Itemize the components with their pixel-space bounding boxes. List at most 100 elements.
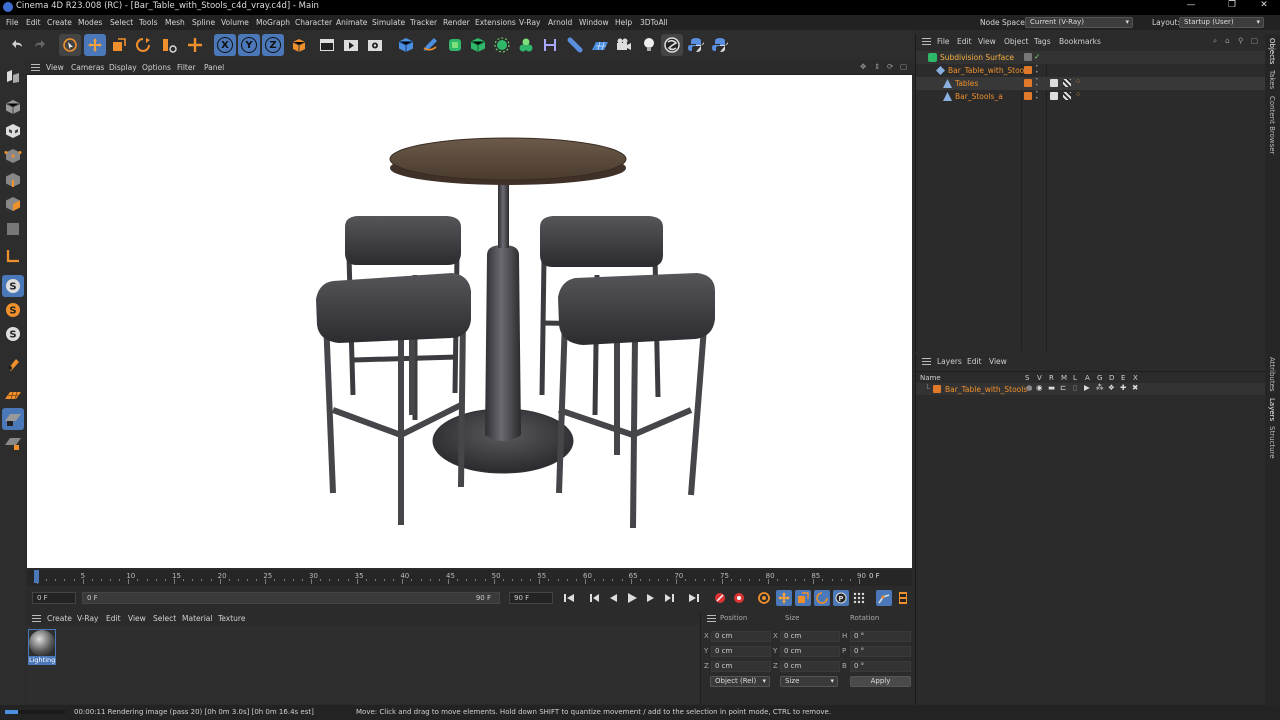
lock-x-axis-button[interactable]: X: [214, 34, 236, 56]
light-button[interactable]: [638, 34, 660, 56]
timeline-playhead[interactable]: [34, 570, 39, 583]
object-menu-edit[interactable]: Edit: [957, 37, 972, 46]
material-swatch-lighting[interactable]: Lighting: [28, 629, 56, 665]
visibility-dots-icon[interactable]: • •: [1035, 90, 1039, 102]
extrude-generator-button[interactable]: [467, 34, 489, 56]
layer-menu-view[interactable]: View: [989, 357, 1007, 366]
animation-play-icon[interactable]: ▶: [1084, 383, 1090, 392]
undo-button[interactable]: [6, 34, 28, 56]
coordinate-system-button[interactable]: [288, 34, 310, 56]
object-row-tables[interactable]: Tables • • ⁘: [916, 77, 1266, 90]
menu-select[interactable]: Select: [110, 18, 133, 27]
deformers-icon[interactable]: ❖: [1108, 383, 1115, 392]
rot-h-field[interactable]: 0 °: [850, 631, 911, 642]
menu-volume[interactable]: Volume: [221, 18, 249, 27]
go-to-start-button[interactable]: [561, 590, 577, 606]
floor-button[interactable]: [589, 34, 611, 56]
edges-mode-button[interactable]: [2, 169, 24, 191]
tab-content-browser[interactable]: Content Browser: [1268, 96, 1276, 154]
snap-toggle-button[interactable]: S: [2, 275, 24, 297]
viewport-zoom-icon[interactable]: ⇕: [874, 62, 880, 71]
minimize-button[interactable]: —: [1183, 0, 1199, 10]
material-menu-icon[interactable]: [32, 615, 41, 622]
material-menu-select[interactable]: Select: [153, 614, 176, 623]
go-to-end-button[interactable]: [686, 590, 702, 606]
menu-arnold[interactable]: Arnold: [548, 18, 572, 27]
material-tag-icon[interactable]: [1063, 79, 1071, 87]
lock-z-axis-button[interactable]: Z: [262, 34, 284, 56]
manager-icon[interactable]: ⊏: [1060, 383, 1066, 392]
material-tag-icon[interactable]: [1063, 92, 1071, 100]
python-script-2-button[interactable]: [709, 34, 731, 56]
field-button[interactable]: [564, 34, 586, 56]
size-y-field[interactable]: 0 cm: [780, 646, 840, 657]
viewport-pan-icon[interactable]: ✥: [860, 62, 866, 71]
layer-menu-edit[interactable]: Edit: [967, 357, 982, 366]
solo-dot-icon[interactable]: ●: [1026, 383, 1033, 392]
rotation-key-button[interactable]: [814, 590, 830, 606]
position-key-button[interactable]: [776, 590, 792, 606]
end-frame-field[interactable]: 90 F: [509, 592, 553, 604]
quantize-snap-button[interactable]: S: [2, 323, 24, 345]
menu-mesh[interactable]: Mesh: [165, 18, 185, 27]
node-space-dropdown[interactable]: Current (V-Ray) ▾: [1025, 17, 1133, 28]
material-menu-view[interactable]: View: [128, 614, 146, 623]
record-keys-button[interactable]: [712, 590, 728, 606]
move-tool-button[interactable]: [84, 34, 106, 56]
pos-y-field[interactable]: 0 cm: [711, 646, 771, 657]
material-menu-vray[interactable]: V-Ray: [77, 614, 98, 623]
model-mode-button[interactable]: [2, 96, 24, 118]
object-manager-menu-icon[interactable]: [922, 38, 931, 45]
polygons-mode-button[interactable]: [2, 193, 24, 215]
viewport-menu-view[interactable]: View: [46, 63, 64, 72]
camera-button[interactable]: [613, 34, 635, 56]
tag-filter-icon[interactable]: ⚲: [1238, 36, 1244, 45]
menu-create[interactable]: Create: [47, 18, 72, 27]
timeline-ruler[interactable]: 051015202530354045505560657075808590 0 F: [27, 570, 912, 586]
vray-button[interactable]: [661, 34, 683, 56]
object-menu-object[interactable]: Object: [1004, 37, 1028, 46]
menu-animate[interactable]: Animate: [336, 18, 367, 27]
object-row-bar-table-with-stools[interactable]: Bar_Table_with_Stools • •: [916, 64, 1266, 77]
layer-row-bar-table-with-stools[interactable]: └ Bar_Table_with_Stools ● ◉ ▬ ⊏ ▯ ▶ ⁂ ❖ …: [916, 383, 1266, 395]
menu-tracker[interactable]: Tracker: [410, 18, 437, 27]
rotate-tool-button[interactable]: [132, 34, 154, 56]
selection-tag-icon[interactable]: ⁘: [1075, 77, 1081, 86]
menu-edit[interactable]: Edit: [26, 18, 41, 27]
size-x-field[interactable]: 0 cm: [780, 631, 840, 642]
viewport-rotate-icon[interactable]: ⟳: [887, 62, 893, 71]
pen-spline-button[interactable]: [419, 34, 441, 56]
menu-extensions[interactable]: Extensions: [475, 18, 516, 27]
render-settings-button[interactable]: [364, 34, 386, 56]
texture-mode-button[interactable]: [2, 120, 24, 142]
object-menu-file[interactable]: File: [937, 37, 950, 46]
menu-character[interactable]: Character: [295, 18, 332, 27]
python-script-button[interactable]: [685, 34, 707, 56]
layer-color-swatch[interactable]: [1024, 53, 1032, 61]
start-frame-field[interactable]: 0 F: [32, 592, 76, 604]
layer-manager-menu-icon[interactable]: [922, 358, 931, 365]
menu-window[interactable]: Window: [579, 18, 609, 27]
object-menu-view[interactable]: View: [978, 37, 996, 46]
lock-y-axis-button[interactable]: Y: [238, 34, 260, 56]
scale-key-button[interactable]: [795, 590, 811, 606]
menu-file[interactable]: File: [6, 18, 19, 27]
visibility-dots-icon[interactable]: • •: [1035, 64, 1039, 76]
object-row-bar-stools-a[interactable]: Bar_Stools_a • • ⁘: [916, 90, 1266, 103]
next-frame-button[interactable]: [643, 590, 659, 606]
size-z-field[interactable]: 0 cm: [780, 661, 840, 672]
recent-tools-button[interactable]: [158, 34, 180, 56]
object-menu-bookmarks[interactable]: Bookmarks: [1059, 37, 1101, 46]
layer-menu-layers[interactable]: Layers: [937, 357, 962, 366]
tab-objects[interactable]: Objects: [1268, 38, 1276, 64]
render-icon[interactable]: ▬: [1048, 383, 1055, 392]
rot-p-field[interactable]: 0 °: [850, 646, 911, 657]
locked-workplane-button[interactable]: [2, 408, 24, 430]
scheme-button[interactable]: [895, 590, 911, 606]
viewport-menu-options[interactable]: Options: [142, 63, 171, 72]
search-icon[interactable]: ⌕: [1213, 36, 1217, 46]
material-menu-material[interactable]: Material: [182, 614, 212, 623]
live-selection-button[interactable]: [59, 34, 81, 56]
vray-tag-icon[interactable]: [1050, 79, 1058, 87]
tweak-mode-button[interactable]: [2, 353, 24, 375]
